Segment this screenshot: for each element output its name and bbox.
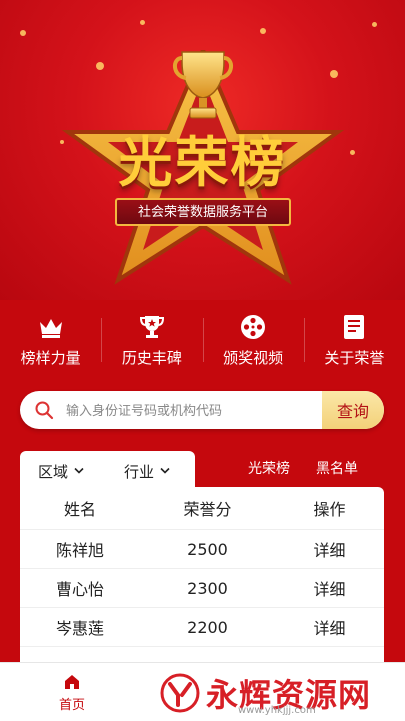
name-cell: 岑惠莲 [55,619,104,638]
watermark-logo-icon [160,673,200,713]
industry-filter-label: 行业 [124,462,155,481]
table-row: 曹心怡 2300 详细 [20,569,384,608]
nav-label: 颁奖视频 [223,348,284,367]
industry-filter[interactable]: 行业 [124,461,170,482]
honor-table: 姓名 荣誉分 操作 陈祥旭 2500 详细 曹心怡 2300 详细 岑惠莲 22… [20,487,384,677]
nav-item-role-models[interactable]: 榜样力量 [0,300,101,380]
name-cell: 陈祥旭 [55,541,104,560]
chevron-down-icon [74,467,84,474]
hero-title: 光荣榜 [118,131,287,194]
column-header: 操作 [313,500,346,519]
tab-honor-list[interactable]: 光荣榜 [248,451,290,487]
score-cell: 2200 [187,617,228,637]
bottom-nav-home[interactable]: 首页 [44,673,100,713]
region-filter-label: 区域 [38,462,69,481]
nav-label: 历史丰碑 [121,348,182,367]
search-input[interactable] [64,391,336,429]
nav-item-about[interactable]: 关于荣誉 [303,300,405,380]
home-label: 首页 [58,698,85,713]
trophy-icon [139,315,164,338]
detail-link[interactable]: 详细 [275,615,384,639]
filter-tab: 区域 行业 [20,451,195,491]
nav-label: 榜样力量 [20,348,81,367]
column-header: 姓名 [63,500,96,519]
quick-nav: 榜样力量 历史丰碑 颁奖视频 关于荣誉 [0,300,405,380]
detail-link[interactable]: 详细 [275,576,384,600]
search-button[interactable]: 查询 [322,391,384,429]
nav-item-history[interactable]: 历史丰碑 [101,300,202,380]
table-header: 姓名 荣誉分 操作 [20,487,384,530]
search-icon [35,401,54,420]
score-cell: 2300 [187,578,228,598]
chevron-down-icon [160,467,170,474]
table-row: 岑惠莲 2200 详细 [20,608,384,647]
film-reel-icon [241,314,266,339]
score-cell: 2500 [187,539,228,559]
name-cell: 曹心怡 [55,580,104,599]
ranking-panel: 区域 行业 光荣榜 黑名单 姓名 荣誉分 操作 陈祥旭 2500 详细 曹心怡 … [20,451,384,677]
column-header: 荣誉分 [183,500,232,519]
table-row: 陈祥旭 2500 详细 [20,530,384,569]
home-icon [65,675,79,689]
document-icon [344,314,365,339]
nav-label: 关于荣誉 [324,348,385,367]
region-filter[interactable]: 区域 [38,461,84,482]
bottom-nav: 首页 永辉资源网 www.yhkjjj.com [0,662,405,721]
tab-blacklist[interactable]: 黑名单 [316,451,358,487]
nav-item-award-videos[interactable]: 颁奖视频 [202,300,304,380]
watermark-url: www.yhkjjj.com [238,705,316,716]
search-bar: 查询 [20,391,384,429]
detail-link[interactable]: 详细 [275,537,384,561]
hero-banner: 光荣榜 社会荣誉数据服务平台 [0,0,405,300]
crown-icon [39,318,62,338]
hero-subtitle: 社会荣誉数据服务平台 [115,198,291,226]
